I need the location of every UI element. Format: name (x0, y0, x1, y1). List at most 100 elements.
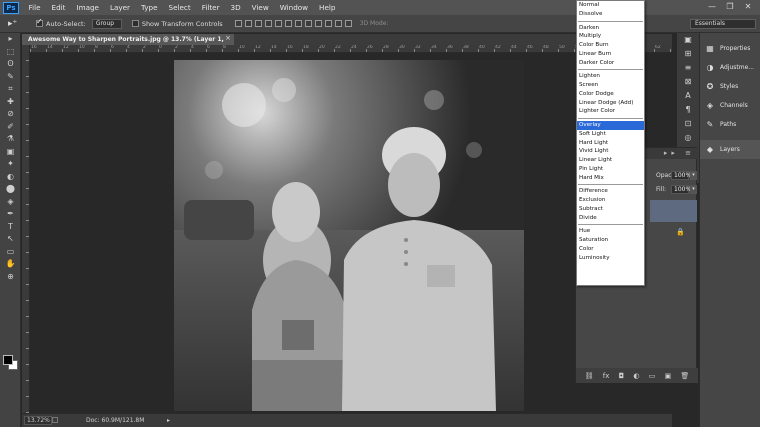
panel-adjustme[interactable]: ◑ Adjustme... (700, 58, 760, 77)
align-top-icon[interactable] (234, 20, 242, 27)
blend-option-color[interactable]: Color (577, 245, 644, 254)
blend-option-darken[interactable]: Darken (577, 24, 644, 33)
layers-footer-4-icon[interactable]: ▭ (649, 372, 656, 380)
tool-12-icon[interactable]: ⬤ (0, 183, 21, 196)
panel-layers[interactable]: ◆ Layers (700, 140, 760, 159)
tool-16-icon[interactable]: ↖ (0, 233, 21, 246)
dock-2-icon[interactable]: ≡ (677, 61, 699, 75)
portrait-photo[interactable] (174, 60, 524, 411)
tool-6-icon[interactable]: ⊘ (0, 108, 21, 121)
fill-input[interactable]: 100% (671, 185, 691, 194)
vertical-ruler[interactable] (22, 45, 30, 413)
menu-window[interactable]: Window (274, 3, 313, 12)
blend-option-vivid-light[interactable]: Vivid Light (577, 147, 644, 156)
workspace-switcher[interactable]: Essentials (690, 19, 756, 29)
opacity-dropdown-icon[interactable]: ▾ (690, 171, 697, 180)
blend-option-linear-burn[interactable]: Linear Burn (577, 50, 644, 59)
tool-8-icon[interactable]: ⚗ (0, 133, 21, 146)
align-right-icon[interactable] (284, 20, 292, 27)
status-menu-arrow[interactable]: ▸ (167, 414, 170, 427)
distribute-hcenter-icon[interactable] (334, 20, 342, 27)
tool-17-icon[interactable]: ▭ (0, 246, 21, 259)
auto-select-checkbox[interactable] (36, 17, 43, 27)
dock-3-icon[interactable]: ⊠ (677, 75, 699, 89)
blend-option-multiply[interactable]: Multiply (577, 32, 644, 41)
distribute-right-icon[interactable] (344, 20, 352, 27)
blend-option-luminosity[interactable]: Luminosity (577, 254, 644, 263)
blend-option-hard-mix[interactable]: Hard Mix (577, 174, 644, 183)
blend-option-color-dodge[interactable]: Color Dodge (577, 90, 644, 99)
tool-15-icon[interactable]: T (0, 221, 21, 234)
panel-paths[interactable]: ✎ Paths (700, 115, 760, 134)
dock-0-icon[interactable]: ▣ (677, 33, 699, 47)
panel-styles[interactable]: ✪ Styles (700, 77, 760, 96)
align-hcenter-icon[interactable] (274, 20, 282, 27)
dock-4-icon[interactable]: A (677, 89, 699, 103)
tool-5-icon[interactable]: ✚ (0, 96, 21, 109)
tool-4-icon[interactable]: ⌗ (0, 83, 21, 96)
dock-7-icon[interactable]: ◎ (677, 131, 699, 145)
tool-1-icon[interactable]: ⬚ (0, 46, 21, 59)
dock-6-icon[interactable]: ⊡ (677, 117, 699, 131)
blend-option-darker-color[interactable]: Darker Color (577, 59, 644, 68)
align-bottom-icon[interactable] (254, 20, 262, 27)
menu-image[interactable]: Image (71, 3, 105, 12)
document-tab[interactable]: Awesome Way to Sharpen Portraits.jpg @ 1… (22, 34, 234, 54)
distribute-vcenter-icon[interactable] (304, 20, 312, 27)
tool-13-icon[interactable]: ◈ (0, 196, 21, 209)
align-vcenter-icon[interactable] (244, 20, 252, 27)
auto-select-dropdown[interactable]: Group (91, 18, 122, 29)
blend-option-linear-light[interactable]: Linear Light (577, 156, 644, 165)
layers-footer-0-icon[interactable]: ⛓ (585, 372, 594, 380)
layers-footer-6-icon[interactable]: 🗑 (680, 372, 689, 380)
menu-help[interactable]: Help (314, 3, 341, 12)
move-tool-icon[interactable]: ▸⁺ (8, 19, 30, 29)
panel-properties[interactable]: ▦ Properties (700, 39, 760, 58)
blend-option-hue[interactable]: Hue (577, 227, 644, 236)
blend-mode-dropdown[interactable]: Normal Dissolve Darken Multiply Color Burn Li… (576, 0, 645, 286)
blend-option-lighter-color[interactable]: Lighter Color (577, 107, 644, 116)
layers-footer-1-icon[interactable]: fx (603, 372, 610, 380)
foreground-color-swatch[interactable] (3, 355, 13, 365)
dock-1-icon[interactable]: ⊞ (677, 47, 699, 61)
layers-footer-2-icon[interactable]: ◘ (619, 372, 625, 380)
blend-option-difference[interactable]: Difference (577, 187, 644, 196)
blend-option-overlay[interactable]: Overlay (577, 121, 644, 130)
tool-11-icon[interactable]: ◐ (0, 171, 21, 184)
minimize-button[interactable]: — (704, 1, 720, 13)
layers-footer-3-icon[interactable]: ◐ (633, 372, 639, 380)
tool-10-icon[interactable]: ✦ (0, 158, 21, 171)
tool-2-icon[interactable]: ʘ (0, 58, 21, 71)
close-tab-icon[interactable]: × (225, 34, 231, 42)
menu-3d[interactable]: 3D (225, 3, 246, 12)
tool-14-icon[interactable]: ✒ (0, 208, 21, 221)
blend-option-exclusion[interactable]: Exclusion (577, 196, 644, 205)
blend-option-divide[interactable]: Divide (577, 214, 644, 223)
menu-layer[interactable]: Layer (104, 3, 135, 12)
restore-button[interactable]: ❐ (722, 1, 738, 13)
color-swatches[interactable] (3, 355, 19, 371)
blend-option-linear-dodge-add[interactable]: Linear Dodge (Add) (577, 99, 644, 108)
distribute-bottom-icon[interactable] (314, 20, 322, 27)
blend-option-hard-light[interactable]: Hard Light (577, 139, 644, 148)
tool-9-icon[interactable]: ▣ (0, 146, 21, 159)
status-options-icon[interactable] (52, 417, 58, 423)
blend-option-screen[interactable]: Screen (577, 81, 644, 90)
menu-type[interactable]: Type (136, 3, 164, 12)
menu-file[interactable]: File (23, 3, 46, 12)
layers-footer-5-icon[interactable]: ▣ (665, 372, 672, 380)
blend-option-lighten[interactable]: Lighten (577, 72, 644, 81)
blend-option-dissolve[interactable]: Dissolve (577, 10, 644, 19)
blend-option-saturation[interactable]: Saturation (577, 236, 644, 245)
menu-view[interactable]: View (246, 3, 274, 12)
tool-18-icon[interactable]: ✋ (0, 258, 21, 271)
show-transform-checkbox[interactable] (131, 20, 139, 27)
blend-option-soft-light[interactable]: Soft Light (577, 130, 644, 139)
close-button[interactable]: ✕ (740, 1, 756, 13)
menu-filter[interactable]: Filter (196, 3, 225, 12)
blend-option-normal[interactable]: Normal (577, 1, 644, 10)
blend-option-color-burn[interactable]: Color Burn (577, 41, 644, 50)
tool-19-icon[interactable]: ⊕ (0, 271, 21, 284)
tool-7-icon[interactable]: ✐ (0, 121, 21, 134)
align-left-icon[interactable] (264, 20, 272, 27)
